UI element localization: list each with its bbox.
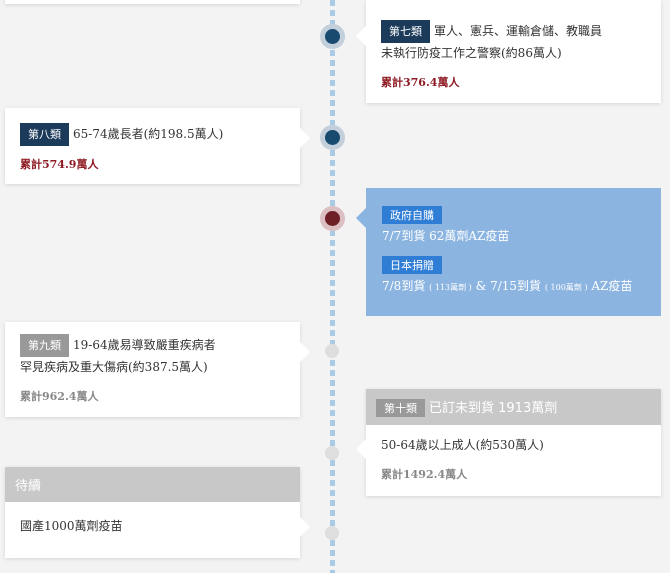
cumulative-count: 累計574.9萬人 xyxy=(20,158,99,171)
category-tag: 第九類 xyxy=(20,334,69,357)
category-tag: 第八類 xyxy=(20,123,69,146)
timeline-card-8: 第八類 65-74歲長者(約198.5萬人) 累計574.9萬人 xyxy=(5,108,310,184)
card-10-line1: 50-64歲以上成人(約530萬人) xyxy=(381,438,544,452)
timeline-dot-10 xyxy=(325,446,339,460)
arrival-line-1: 7/7到貨 62萬劑AZ疫苗 xyxy=(382,229,510,243)
source-tag-government: 政府自購 xyxy=(382,206,442,224)
vaccine-arrival-card: 政府自購 7/7到貨 62萬劑AZ疫苗 日本捐贈 7/8到貨 ( 113萬劑 )… xyxy=(356,188,661,316)
arrival-line-2: 7/8到貨 ( 113萬劑 ) & 7/15到貨 ( 100萬劑 ) AZ疫苗 xyxy=(382,279,633,293)
timeline-card-pending: 待續 國產1000萬劑疫苗 xyxy=(5,467,310,558)
timeline-dot-9 xyxy=(325,344,339,358)
timeline-card-previous xyxy=(5,0,300,4)
card-7-line1: 第七類 軍人、憲兵、運輸倉儲、教職員 xyxy=(381,20,646,43)
timeline-card-7: 第七類 軍人、憲兵、運輸倉儲、教職員 未執行防疫工作之警察(約86萬人) 累計37… xyxy=(356,0,661,103)
card-10-header: 第十類 已訂未到貨 1913萬劑 xyxy=(366,389,661,425)
pending-header: 待續 xyxy=(5,467,300,502)
card-9-line2: 罕見疾病及重大傷病(約387.5萬人) xyxy=(20,360,208,374)
category-tag: 第十類 xyxy=(376,399,425,417)
timeline-spine xyxy=(330,0,335,573)
source-tag-japan: 日本捐贈 xyxy=(382,256,442,274)
card-8-line1: 第八類 65-74歲長者(約198.5萬人) xyxy=(20,123,285,146)
card-7-line2: 未執行防疫工作之警察(約86萬人) xyxy=(381,46,562,60)
timeline-card-9: 第九類 19-64歲易導致嚴重疾病者 罕見疾病及重大傷病(約387.5萬人) 累計… xyxy=(5,322,310,417)
timeline-card-10: 第十類 已訂未到貨 1913萬劑 50-64歲以上成人(約530萬人) 累計149… xyxy=(356,389,661,496)
cumulative-count: 累計376.4萬人 xyxy=(381,76,460,89)
card-9-line1: 第九類 19-64歲易導致嚴重疾病者 xyxy=(20,334,285,357)
timeline-dot-pending xyxy=(325,526,339,540)
cumulative-count: 累計1492.4萬人 xyxy=(381,468,468,481)
cumulative-count: 累計962.4萬人 xyxy=(20,390,99,403)
pending-line1: 國產1000萬劑疫苗 xyxy=(20,519,123,533)
timeline-node-8[interactable] xyxy=(320,125,345,150)
category-tag: 第七類 xyxy=(381,20,430,43)
timeline-node-7[interactable] xyxy=(320,24,345,49)
timeline-node-vaccine-arrival[interactable] xyxy=(320,206,345,231)
